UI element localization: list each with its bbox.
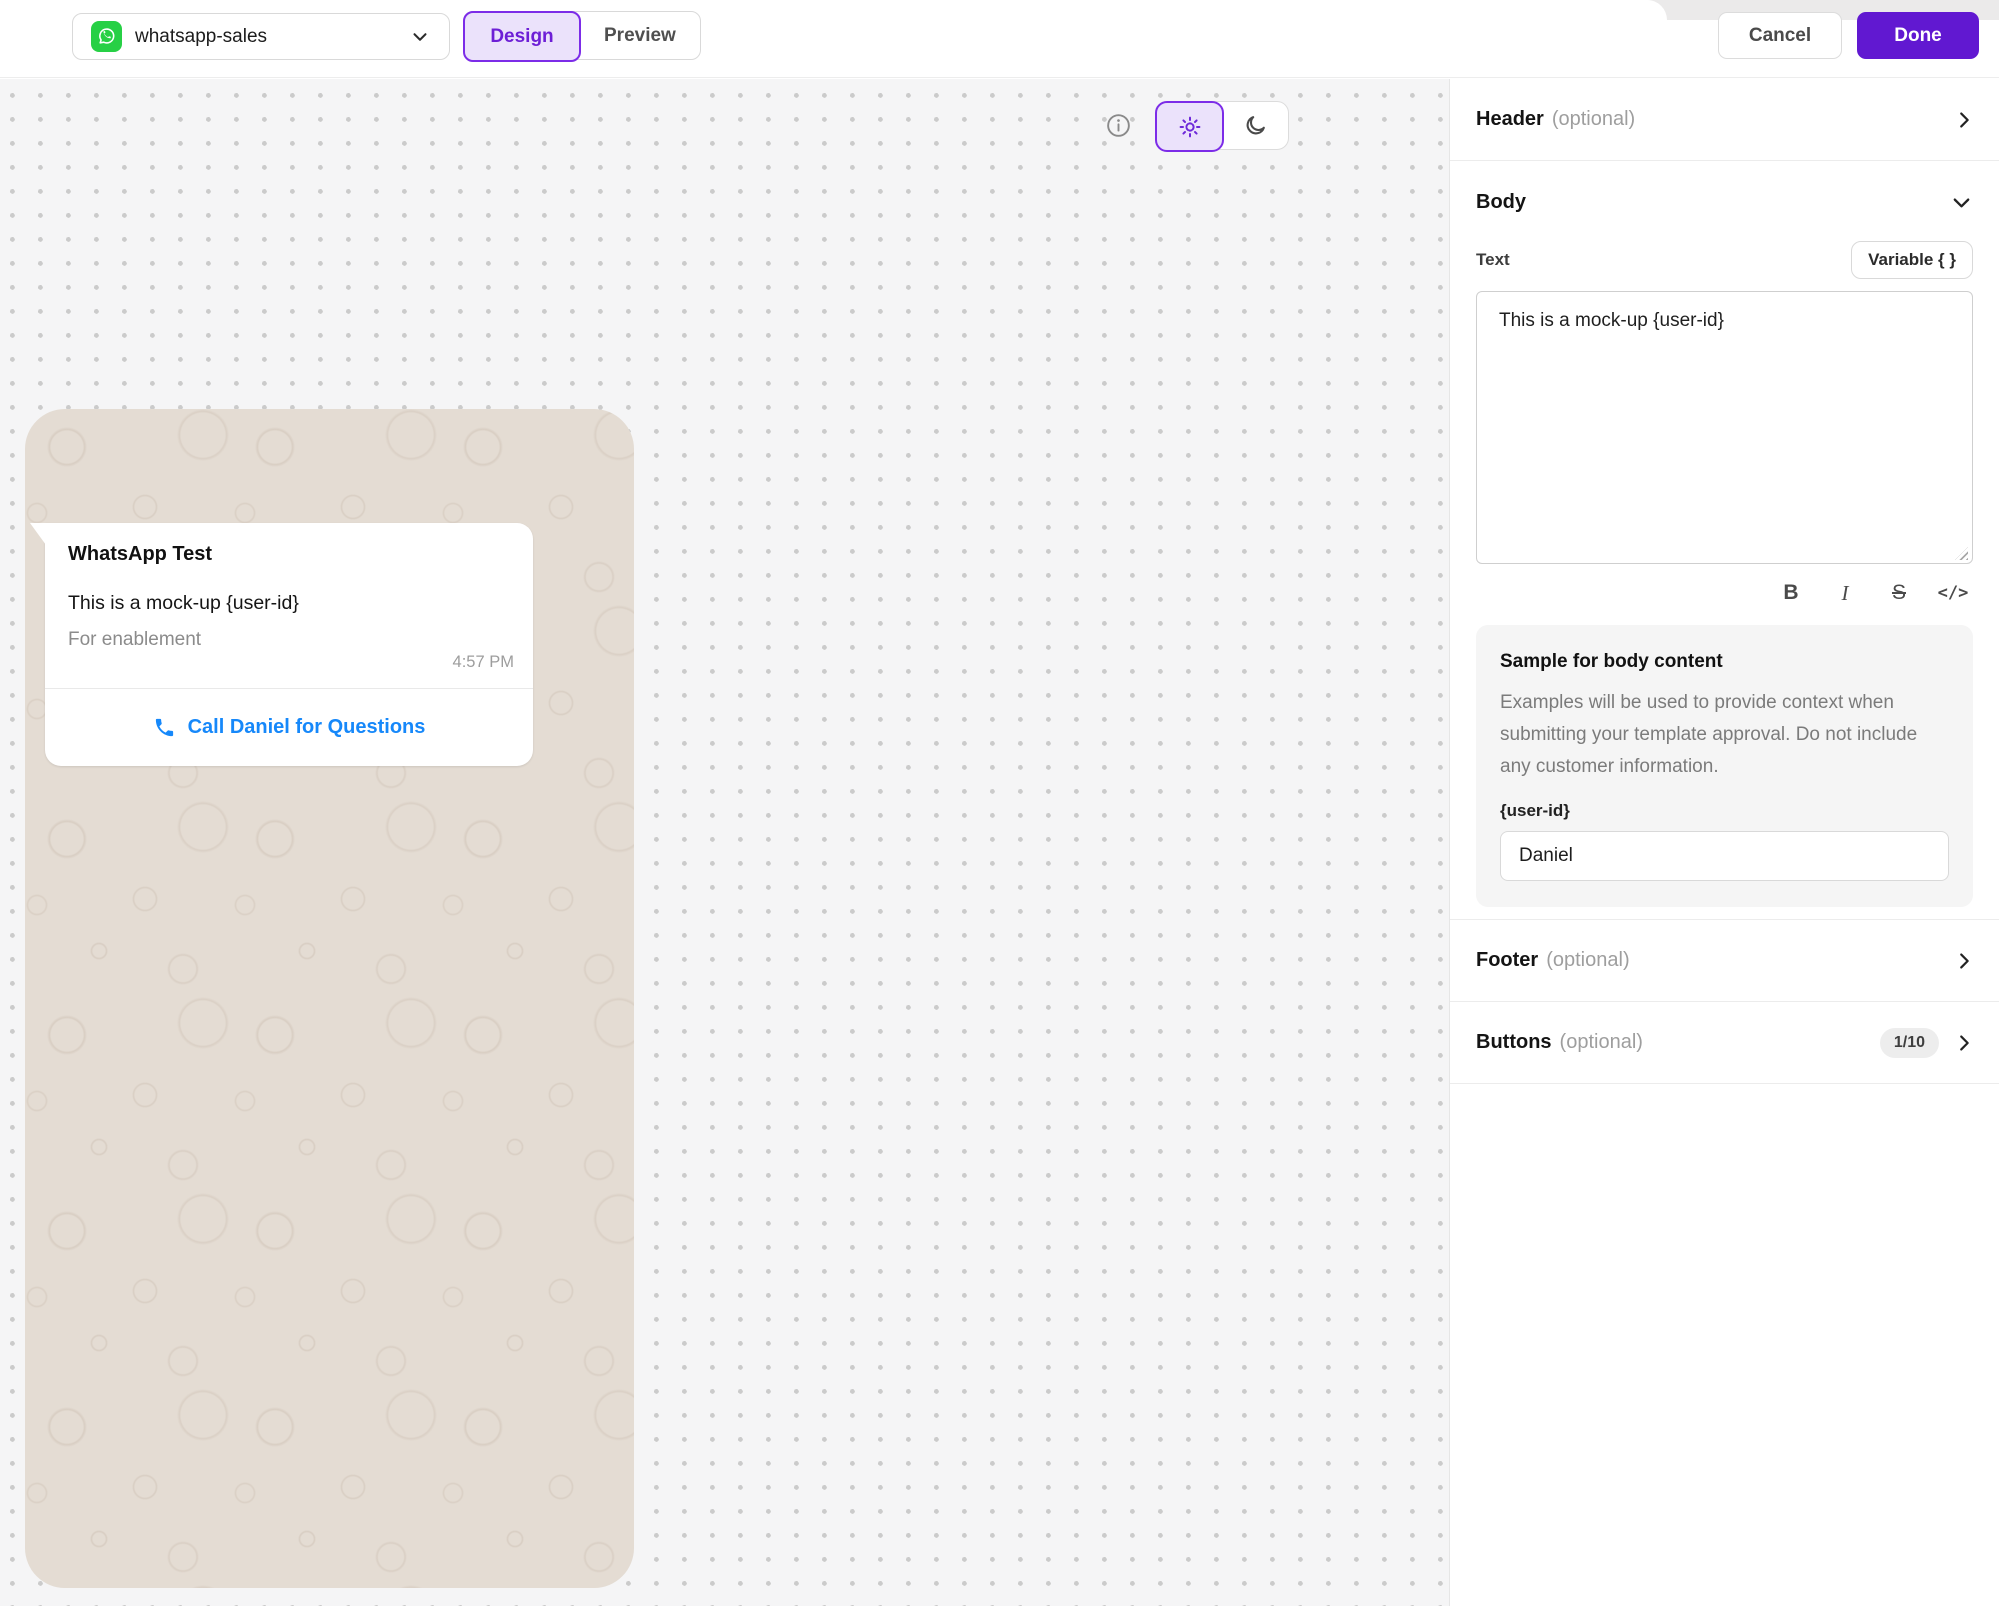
design-canvas: WhatsApp Test This is a mock-up {user-id… [0, 79, 1450, 1606]
section-title: Header [1476, 108, 1544, 131]
whatsapp-message-bubble: WhatsApp Test This is a mock-up {user-id… [45, 523, 533, 766]
call-button-label: Call Daniel for Questions [188, 716, 426, 739]
section-buttons[interactable]: Buttons (optional) 1/10 [1450, 1002, 1999, 1084]
message-footer: For enablement [45, 615, 533, 651]
phone-preview: WhatsApp Test This is a mock-up {user-id… [25, 409, 634, 1588]
sun-icon [1178, 115, 1202, 139]
sample-panel: Sample for body content Examples will be… [1476, 625, 1973, 907]
text-label: Text [1476, 250, 1510, 270]
format-strikethrough-button[interactable]: S [1879, 575, 1919, 611]
light-mode-toggle[interactable] [1155, 101, 1224, 152]
message-header: WhatsApp Test [45, 523, 533, 566]
topbar: whatsapp-sales Design Preview Cancel Don… [0, 0, 1999, 78]
section-title: Buttons [1476, 1031, 1552, 1054]
canvas-tools [1103, 101, 1289, 150]
chevron-right-icon [1953, 1032, 1975, 1054]
message-time: 4:57 PM [453, 653, 514, 672]
sample-variable-label: {user-id} [1500, 801, 1949, 821]
cancel-button[interactable]: Cancel [1718, 12, 1842, 59]
template-editor: whatsapp-sales Design Preview Cancel Don… [0, 0, 1999, 1606]
variable-button[interactable]: Variable { } [1851, 241, 1973, 279]
optional-label: (optional) [1560, 1031, 1643, 1054]
format-code-button[interactable]: </> [1933, 575, 1973, 611]
section-header[interactable]: Header (optional) [1450, 79, 1999, 161]
sample-description: Examples will be used to provide context… [1500, 687, 1949, 783]
info-icon[interactable] [1103, 111, 1133, 141]
section-body: Body Text Variable { } This is a mock-up… [1450, 161, 1999, 920]
chevron-right-icon [1953, 109, 1975, 131]
chevron-right-icon [1953, 950, 1975, 972]
body-text-editor: This is a mock-up {user-id} [1476, 291, 1973, 569]
section-footer[interactable]: Footer (optional) [1450, 920, 1999, 1002]
theme-toggle [1155, 101, 1289, 150]
call-button[interactable]: Call Daniel for Questions [45, 689, 533, 766]
sample-variable-input[interactable] [1500, 831, 1949, 881]
text-row: Text Variable { } [1476, 241, 1973, 279]
section-title: Body [1476, 191, 1526, 214]
tab-design[interactable]: Design [463, 11, 581, 62]
format-toolbar: B I S </> [1476, 575, 1973, 611]
phone-icon [153, 716, 176, 739]
settings-sidebar: Header (optional) Body Text Variable { }… [1450, 79, 1999, 1606]
message-body: This is a mock-up {user-id} [45, 566, 533, 615]
moon-icon [1243, 113, 1268, 138]
buttons-count-badge: 1/10 [1880, 1028, 1939, 1058]
dark-mode-toggle[interactable] [1223, 102, 1288, 149]
mode-tabs: Design Preview [463, 11, 701, 60]
tab-preview[interactable]: Preview [580, 12, 700, 59]
whatsapp-icon [91, 21, 122, 52]
done-button[interactable]: Done [1857, 12, 1979, 59]
chevron-down-icon [1950, 191, 1973, 214]
bubble-tail [30, 523, 46, 545]
body-section-header[interactable]: Body [1476, 161, 1973, 233]
topbar-actions: Cancel Done [1718, 12, 1979, 59]
template-selector-dropdown[interactable]: whatsapp-sales [72, 13, 450, 60]
body-textarea[interactable]: This is a mock-up {user-id} [1476, 291, 1973, 564]
optional-label: (optional) [1546, 949, 1629, 972]
format-italic-button[interactable]: I [1825, 575, 1865, 611]
chevron-down-icon [409, 26, 431, 48]
format-bold-button[interactable]: B [1771, 575, 1811, 611]
optional-label: (optional) [1552, 108, 1635, 131]
sample-title: Sample for body content [1500, 651, 1949, 673]
section-title: Footer [1476, 949, 1538, 972]
template-name: whatsapp-sales [135, 26, 396, 48]
